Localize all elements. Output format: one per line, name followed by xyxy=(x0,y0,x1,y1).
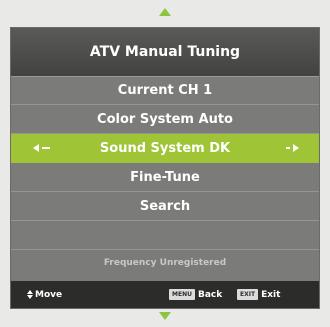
exit-label: Exit xyxy=(261,289,281,300)
exit-key-icon: EXIT xyxy=(237,289,259,300)
scroll-down-icon[interactable] xyxy=(159,312,171,320)
scroll-up-icon[interactable] xyxy=(159,8,171,16)
menu-item-label: Color System Auto xyxy=(97,111,233,127)
menu-item-label: Current CH 1 xyxy=(117,82,213,98)
menu-item-label: Fine-Tune xyxy=(130,169,200,185)
atv-manual-tuning-menu: ATV Manual Tuning Current CH 1 Color Sys… xyxy=(10,27,320,309)
move-label: Move xyxy=(35,289,63,300)
menu-item-sound-system[interactable]: Sound System DK xyxy=(11,134,319,163)
move-hint: Move xyxy=(27,290,62,300)
exit-hint[interactable]: EXIT Exit xyxy=(237,289,280,300)
menu-item-current-ch[interactable]: Current CH 1 xyxy=(11,76,319,105)
menu-key-icon: MENU xyxy=(169,289,195,300)
menu-item-label: Search xyxy=(139,198,191,214)
back-label: Back xyxy=(197,289,223,300)
menu-item-color-system[interactable]: Color System Auto xyxy=(11,105,319,134)
menu-empty-row xyxy=(11,221,319,250)
menu-item-search[interactable]: Search xyxy=(11,192,319,221)
menu-title: ATV Manual Tuning xyxy=(11,28,319,77)
up-down-arrows-icon xyxy=(27,290,33,299)
menu-item-label: Sound System DK xyxy=(99,140,231,156)
footer-bar: Move MENU Back EXIT Exit xyxy=(11,281,319,308)
back-hint[interactable]: MENU Back xyxy=(169,289,222,300)
frequency-status: Frequency Unregistered xyxy=(103,258,227,268)
left-arrow-icon[interactable] xyxy=(33,144,50,152)
menu-item-fine-tune[interactable]: Fine-Tune xyxy=(11,163,319,192)
right-arrow-icon[interactable] xyxy=(286,144,299,152)
